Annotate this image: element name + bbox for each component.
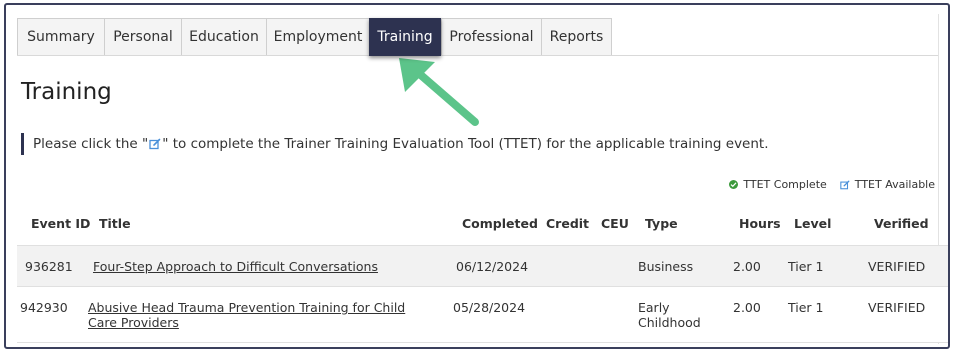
col-header-verified[interactable]: Verified <box>874 216 929 231</box>
verified-status: VERIFIED <box>868 259 926 274</box>
tab-personal[interactable]: Personal <box>104 18 181 56</box>
notice-text-before: Please click the " <box>33 136 149 152</box>
training-type: Business <box>638 259 694 274</box>
tab-reports[interactable]: Reports <box>541 18 612 56</box>
training-hours: 2.00 <box>733 300 761 315</box>
tab-summary[interactable]: Summary <box>17 18 104 56</box>
page-title: Training <box>21 79 112 105</box>
check-circle-icon <box>729 180 739 189</box>
training-title-link[interactable]: Abusive Head Trauma Prevention Training … <box>88 300 428 330</box>
tab-employment[interactable]: Employment <box>266 18 369 56</box>
col-header-completed[interactable]: Completed <box>462 216 538 231</box>
legend-available-label: TTET Available <box>854 178 935 191</box>
col-header-level[interactable]: Level <box>794 216 831 231</box>
col-header-title[interactable]: Title <box>99 216 131 231</box>
profile-tabs: Summary Personal Education Employment Tr… <box>17 18 612 56</box>
col-header-hours[interactable]: Hours <box>739 216 781 231</box>
event-id: 936281 <box>25 259 73 274</box>
notice-text-after: " to complete the Trainer Training Evalu… <box>162 136 769 152</box>
instruction-notice: Please click the " " to complete the Tra… <box>21 133 769 155</box>
training-hours: 2.00 <box>733 259 761 274</box>
completed-date: 06/12/2024 <box>456 259 529 274</box>
completed-date: 05/28/2024 <box>453 300 526 315</box>
event-id: 942930 <box>20 300 68 315</box>
arrow-pointer-icon <box>399 58 479 126</box>
tab-professional[interactable]: Professional <box>441 18 541 56</box>
tab-education[interactable]: Education <box>181 18 266 56</box>
tab-training[interactable]: Training <box>369 18 441 56</box>
edit-icon <box>840 180 850 190</box>
ttet-legend: TTET Complete TTET Available <box>729 178 935 191</box>
verified-status: VERIFIED <box>868 300 926 315</box>
legend-complete-label: TTET Complete <box>743 178 827 191</box>
col-header-event-id[interactable]: Event ID <box>31 216 90 231</box>
col-header-type[interactable]: Type <box>645 216 678 231</box>
col-header-credit[interactable]: Credit <box>546 216 589 231</box>
edit-icon <box>149 138 161 150</box>
training-level: Tier 1 <box>788 300 824 315</box>
training-level: Tier 1 <box>788 259 824 274</box>
training-title-link[interactable]: Four-Step Approach to Difficult Conversa… <box>93 259 378 274</box>
training-type: Early Childhood <box>638 300 701 330</box>
col-header-ceu[interactable]: CEU <box>601 216 629 231</box>
